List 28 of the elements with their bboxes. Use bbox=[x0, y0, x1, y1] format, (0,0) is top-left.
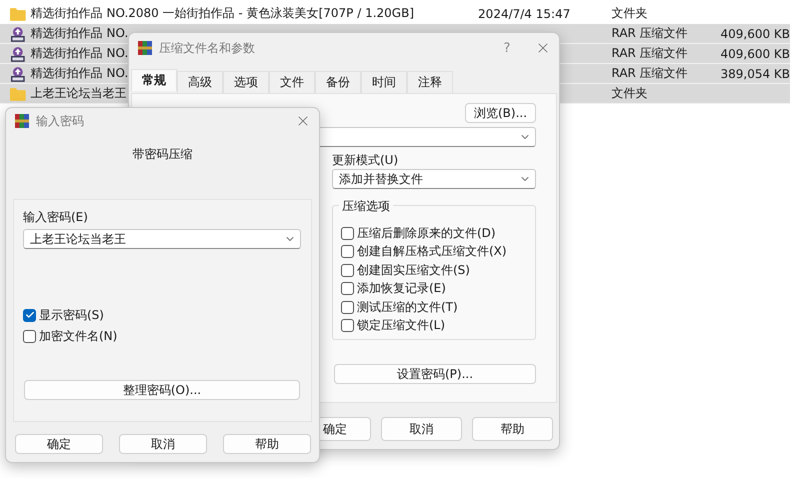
checkbox-label: 压缩后删除原来的文件(D) bbox=[357, 224, 496, 242]
checkbox-label: 测试压缩的文件(T) bbox=[357, 298, 458, 316]
file-size: 389,054 KB bbox=[719, 66, 790, 80]
file-type: 文件夹 bbox=[611, 5, 648, 22]
file-size: 409,600 KB bbox=[719, 46, 790, 60]
checkbox-label: 显示密码(S) bbox=[39, 306, 104, 324]
checkbox-label: 添加恢复记录(E) bbox=[357, 280, 446, 298]
password-label: 输入密码(E) bbox=[23, 210, 89, 224]
file-type: RAR 压缩文件 bbox=[611, 25, 689, 42]
file-name: 精选街拍作品 NO.2080 一始街拍作品 - 黄色泳装美女[707P / 1.20GB] bbox=[30, 5, 414, 22]
checkbox-label: 创建固实压缩文件(S) bbox=[357, 262, 470, 279]
file-type: 文件夹 bbox=[611, 85, 648, 102]
file-name: 精选街拍作品 NO. bbox=[30, 65, 128, 82]
checkbox-label: 创建自解压格式压缩文件(X) bbox=[357, 243, 507, 260]
dialog-heading: 带密码压缩 bbox=[132, 146, 194, 162]
group-title: 压缩选项 bbox=[339, 198, 393, 215]
file-name: 精选街拍作品 NO. bbox=[30, 25, 128, 42]
file-size: 409,600 KB bbox=[719, 26, 790, 40]
window-title: 压缩文件名和参数 bbox=[159, 40, 256, 56]
file-type: RAR 压缩文件 bbox=[611, 45, 689, 62]
file-name: 上老王论坛当老王 bbox=[30, 85, 127, 102]
window-title: 输入密码 bbox=[36, 112, 85, 130]
checkbox-label: 锁定压缩文件(L) bbox=[357, 317, 446, 334]
file-date: 2024/7/4 15:47 bbox=[478, 6, 572, 20]
update-mode-label: 更新模式(U) bbox=[332, 153, 400, 167]
checkbox-label: 加密文件名(N) bbox=[39, 328, 118, 345]
file-type: RAR 压缩文件 bbox=[611, 65, 689, 82]
file-name: 精选街拍作品 NO. bbox=[30, 45, 128, 62]
